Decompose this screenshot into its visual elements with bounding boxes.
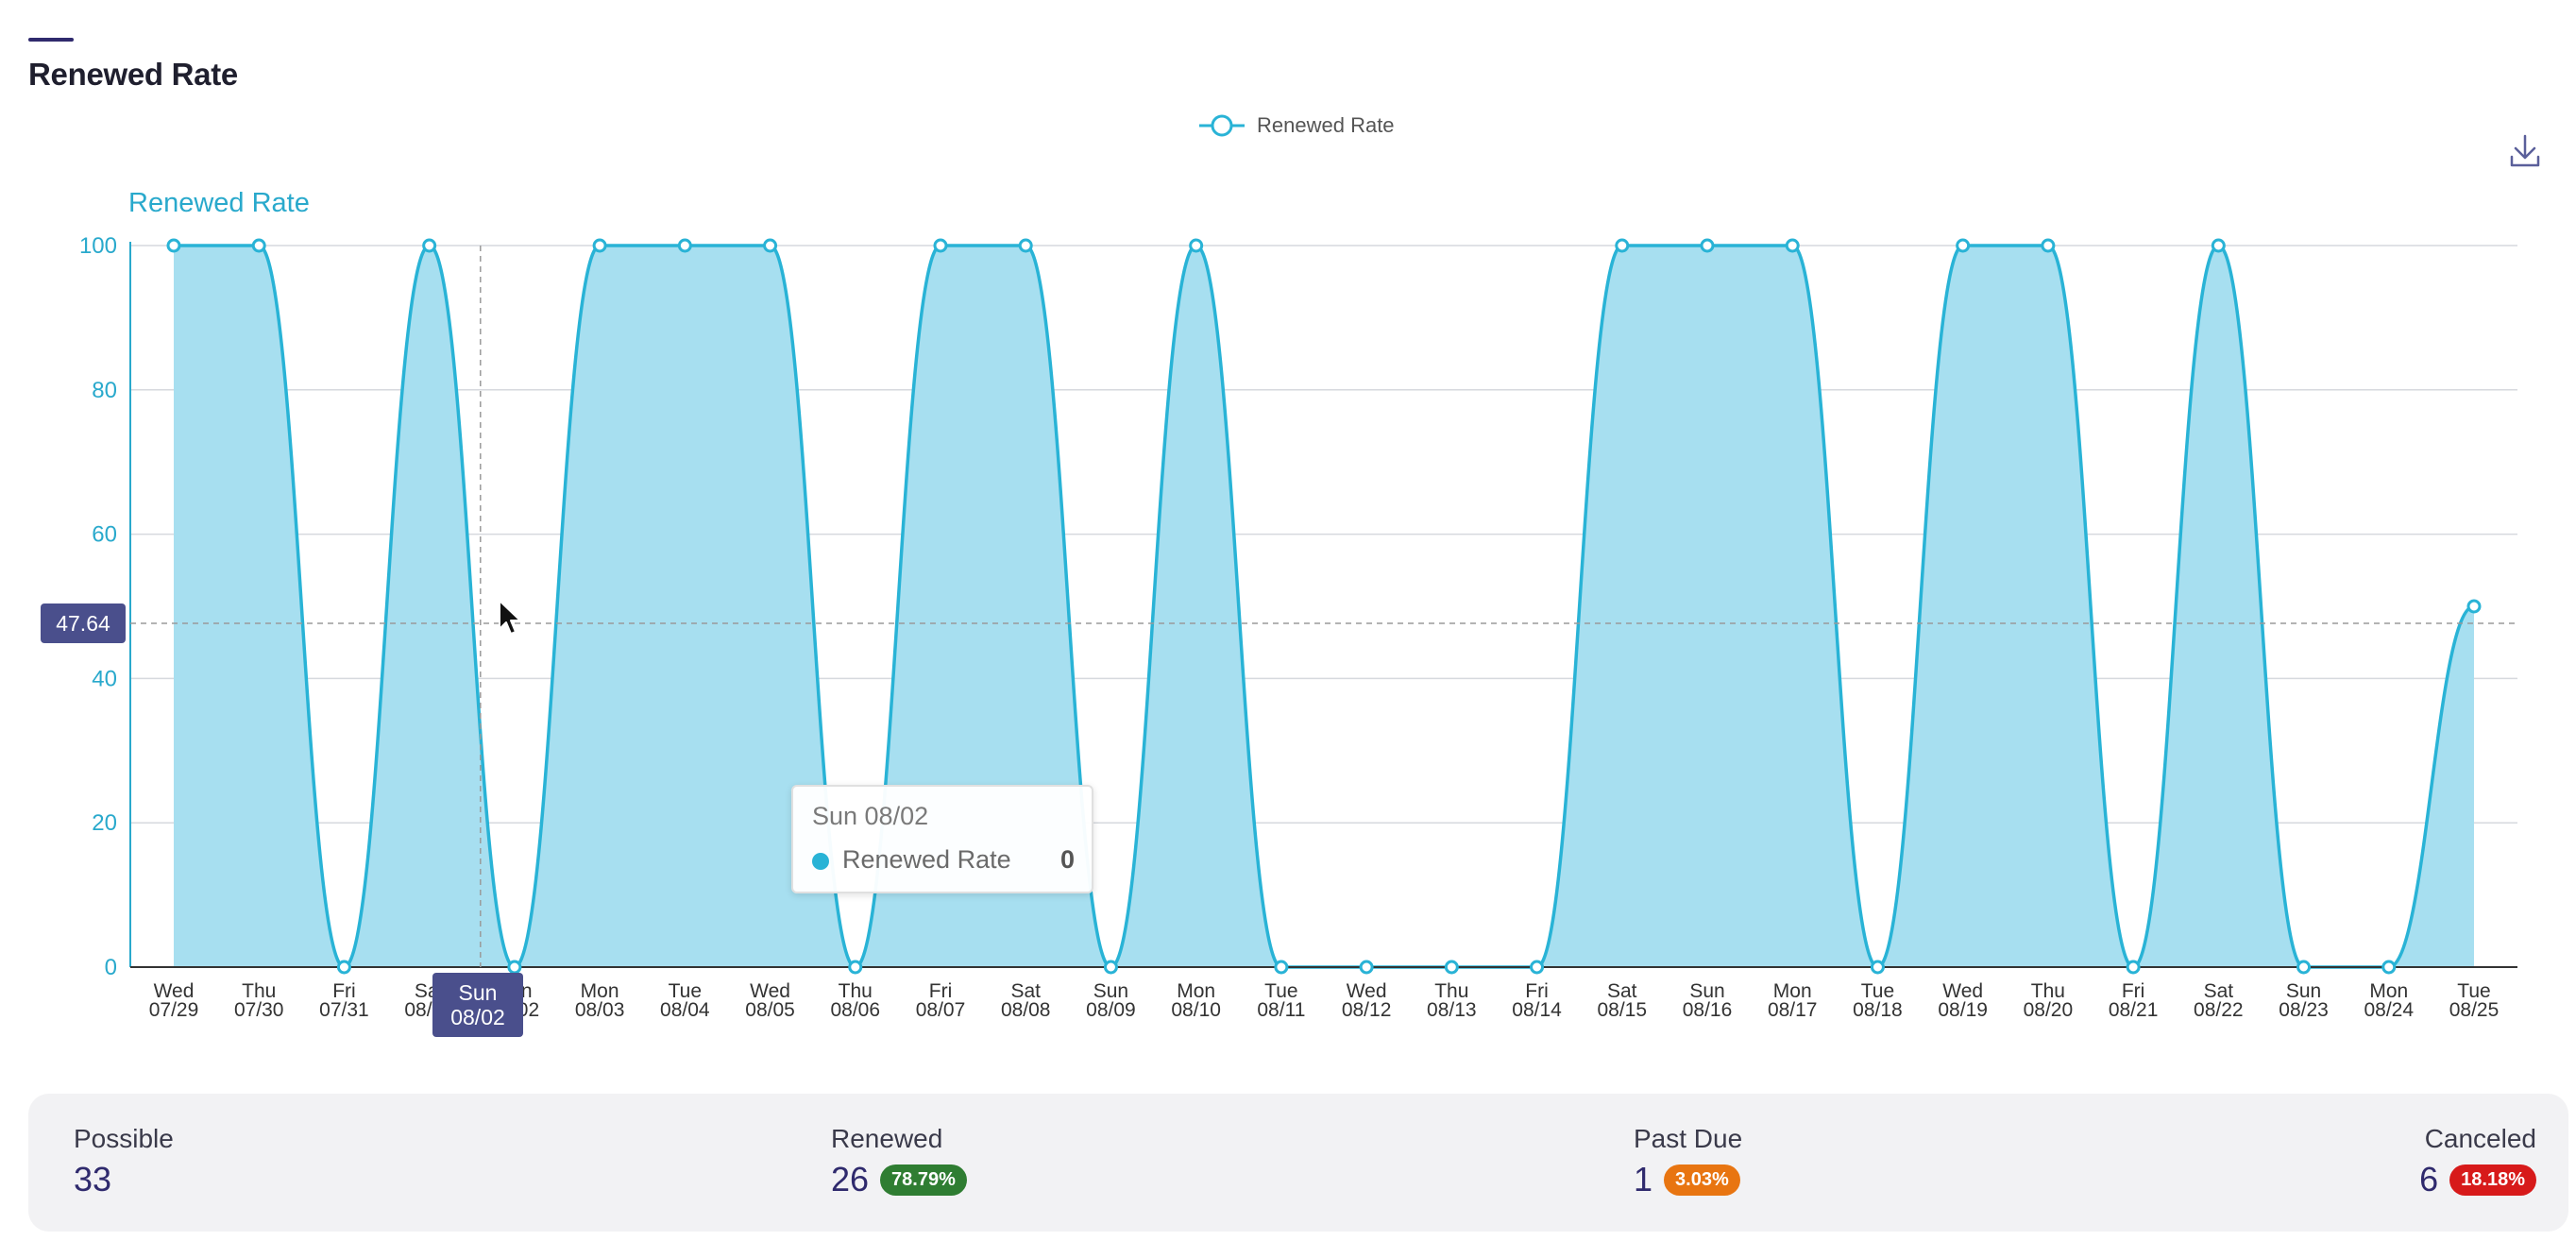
crosshair-x-day: Sun (458, 980, 498, 1005)
data-point[interactable] (422, 238, 437, 253)
data-point[interactable] (2296, 960, 2312, 975)
x-tick-label: Fri 08/07 (916, 980, 966, 1021)
x-tick-label: Fri 08/14 (1512, 980, 1562, 1021)
legend-circle-marker (1211, 114, 1233, 137)
chart-tooltip: Sun 08/02 Renewed Rate 0 (791, 785, 1093, 893)
x-tick-label: Thu 08/13 (1427, 980, 1477, 1021)
summary-stats-bar: Possible 33 Renewed 26 78.79% Past Due 1… (28, 1094, 2568, 1232)
data-point[interactable] (1870, 960, 1885, 975)
stat-past-due-label: Past Due (1634, 1124, 1743, 1153)
x-tick-label: Tue 08/04 (660, 980, 710, 1021)
x-tick-label: Mon 08/17 (1768, 980, 1818, 1021)
x-tick-label: Wed 08/12 (1342, 980, 1392, 1021)
y-tick-label: 60 (92, 522, 117, 548)
y-tick-label: 100 (79, 233, 117, 259)
data-point[interactable] (2466, 599, 2482, 614)
x-tick-label: Fri 07/31 (319, 980, 369, 1021)
legend-label: Renewed Rate (1257, 113, 1395, 137)
stat-possible-value: 33 (74, 1160, 112, 1198)
data-point[interactable] (1785, 238, 1800, 253)
data-point[interactable] (2126, 960, 2141, 975)
x-tick-label: Tue 08/25 (2449, 980, 2500, 1021)
data-point[interactable] (507, 960, 522, 975)
grid-lines (130, 245, 2517, 824)
data-point[interactable] (592, 238, 607, 253)
stat-past-due-badge: 3.03% (1664, 1164, 1740, 1196)
stat-past-due-value: 1 (1634, 1160, 1653, 1198)
stat-renewed-badge: 78.79% (880, 1164, 967, 1196)
tooltip-title: Sun 08/02 (812, 802, 929, 830)
x-tick-label: Mon 08/03 (575, 980, 625, 1021)
x-tick-label: Thu 08/20 (2024, 980, 2074, 1021)
data-point[interactable] (1274, 960, 1289, 975)
stat-canceled-badge: 18.18% (2449, 1164, 2536, 1196)
data-point[interactable] (1700, 238, 1715, 253)
stat-possible-label: Possible (74, 1124, 174, 1153)
y-tick-label: 20 (92, 810, 117, 836)
legend[interactable]: Renewed Rate (1199, 113, 1395, 137)
x-tick-label: Wed 08/19 (1938, 980, 1988, 1021)
x-tick-label: Sun 08/23 (2279, 980, 2329, 1021)
tooltip-series-dot (812, 853, 829, 870)
data-point[interactable] (1359, 960, 1374, 975)
stat-renewed-value: 26 (831, 1160, 870, 1198)
y-tick-label: 80 (92, 378, 117, 403)
x-tick-label: Thu 07/30 (234, 980, 284, 1021)
stat-canceled-label: Canceled (2424, 1124, 2536, 1153)
x-tick-label: Wed 08/05 (745, 980, 795, 1021)
stat-renewed-label: Renewed (831, 1124, 943, 1153)
mouse-pointer-icon (499, 600, 521, 635)
x-tick-label: Sun 08/09 (1086, 980, 1136, 1021)
stat-possible: Possible 33 (74, 1124, 174, 1199)
x-tick-label: Mon 08/24 (2364, 980, 2414, 1021)
data-point[interactable] (848, 960, 863, 975)
crosshair-y-value: 47.64 (41, 604, 126, 643)
data-point[interactable] (251, 238, 266, 253)
y-axis-title: Renewed Rate (128, 188, 310, 218)
x-tick-label: Mon 08/10 (1171, 980, 1221, 1021)
x-tick-label: Thu 08/06 (830, 980, 880, 1021)
data-point[interactable] (2041, 238, 2056, 253)
data-point[interactable] (763, 238, 778, 253)
stat-renewed: Renewed 26 78.79% (831, 1124, 967, 1199)
y-tick-label: 40 (92, 666, 117, 691)
tooltip-series-name: Renewed Rate (842, 845, 1011, 874)
data-point[interactable] (1018, 238, 1033, 253)
data-point[interactable] (2381, 960, 2397, 975)
x-tick-label: Fri 08/21 (2109, 980, 2159, 1021)
crosshair-x-date: 08/02 (450, 1005, 505, 1029)
stat-canceled-value: 6 (2419, 1160, 2439, 1198)
data-point[interactable] (336, 960, 351, 975)
x-tick-label: Sat 08/15 (1597, 980, 1647, 1021)
renewed-rate-chart: 0 20 40 60 80 100 Wed 07/29 Thu 07/30 Fri 07/31 Sat… (79, 113, 2517, 1021)
data-point[interactable] (166, 238, 181, 253)
x-tick-label: Sat 08/22 (2194, 980, 2244, 1021)
tooltip-value: 0 (1059, 845, 1075, 874)
data-point[interactable] (677, 238, 692, 253)
crosshair-x-value: Sun 08/02 (432, 973, 523, 1037)
x-tick-label: Sat 08/08 (1001, 980, 1051, 1021)
data-point[interactable] (1530, 960, 1545, 975)
y-tick-label: 0 (105, 955, 117, 980)
x-tick-label: Wed 07/29 (149, 980, 199, 1021)
data-point[interactable] (1103, 960, 1118, 975)
data-point[interactable] (2211, 238, 2226, 253)
data-point[interactable] (1444, 960, 1459, 975)
data-point[interactable] (933, 238, 948, 253)
stat-past-due: Past Due 1 3.03% (1634, 1124, 1742, 1199)
data-point[interactable] (1189, 238, 1204, 253)
x-tick-label: Tue 08/11 (1257, 980, 1305, 1021)
stat-canceled: Canceled 6 18.18% (2419, 1124, 2536, 1199)
data-point[interactable] (1615, 238, 1630, 253)
data-point[interactable] (1956, 238, 1971, 253)
x-tick-label: Sun 08/16 (1683, 980, 1733, 1021)
x-tick-label: Tue 08/18 (1853, 980, 1903, 1021)
